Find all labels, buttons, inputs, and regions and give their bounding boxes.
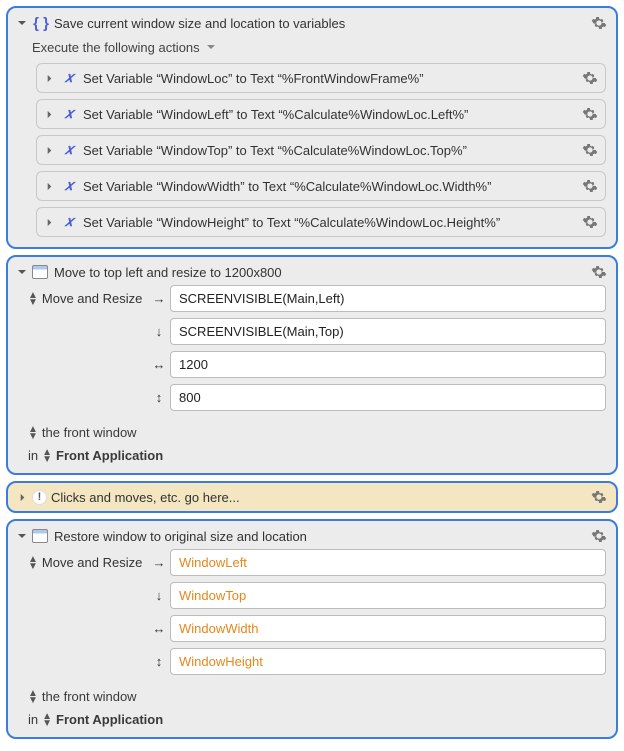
stepper-icon: ▲▼ xyxy=(42,449,52,463)
input-width[interactable]: 1200 xyxy=(170,351,606,378)
label-text: Move and Resize xyxy=(42,291,142,306)
gear-icon[interactable] xyxy=(590,488,608,506)
group-title: Restore window to original size and loca… xyxy=(54,529,586,544)
input-height[interactable]: 800 xyxy=(170,384,606,411)
disclosure-triangle-icon[interactable] xyxy=(43,182,55,191)
variable-icon: 𝑥 xyxy=(60,105,78,123)
subheader-label: Execute the following actions xyxy=(32,40,200,55)
disclosure-triangle-icon[interactable] xyxy=(43,146,55,155)
arrow-right-icon: → xyxy=(148,291,170,306)
move-resize-popup[interactable]: ▲▼ Move and Resize xyxy=(28,291,148,306)
arrow-right-icon: → xyxy=(148,555,170,570)
input-width[interactable]: WindowWidth xyxy=(170,615,606,642)
disclosure-triangle-icon[interactable] xyxy=(43,74,55,83)
form-row-right: ▲▼ Move and Resize → SCREENVISIBLE(Main,… xyxy=(28,285,606,312)
stepper-icon: ▲▼ xyxy=(28,292,38,306)
target-text: the front window xyxy=(42,689,137,704)
stepper-icon: ▲▼ xyxy=(28,556,38,570)
arrow-down-icon: ↓ xyxy=(148,588,170,603)
input-height[interactable]: WindowHeight xyxy=(170,648,606,675)
group-icon: { } xyxy=(32,15,50,32)
group-header[interactable]: Move to top left and resize to 1200x800 xyxy=(8,257,616,285)
group-body: Execute the following actions 𝑥 Set Vari… xyxy=(8,36,616,247)
group-title: Clicks and moves, etc. go here... xyxy=(51,490,586,505)
form-row-down: ↓ SCREENVISIBLE(Main,Top) xyxy=(28,318,606,345)
action-row[interactable]: 𝑥 Set Variable “WindowTop” to Text “%Cal… xyxy=(36,135,606,165)
arrow-vertical-icon: ↕ xyxy=(148,654,170,669)
input-top[interactable]: SCREENVISIBLE(Main,Top) xyxy=(170,318,606,345)
application-popup[interactable]: Front Application xyxy=(56,448,163,463)
action-text: Set Variable “WindowTop” to Text “%Calcu… xyxy=(83,143,576,158)
gear-icon[interactable] xyxy=(581,213,599,231)
stepper-icon: ▲▼ xyxy=(28,690,38,704)
variable-icon: 𝑥 xyxy=(60,177,78,195)
group-title: Save current window size and location to… xyxy=(54,16,586,31)
disclosure-triangle-icon[interactable] xyxy=(43,110,55,119)
form-row-height: ↕ WindowHeight xyxy=(28,648,606,675)
chevron-down-icon[interactable] xyxy=(206,42,216,54)
group-note: ! Clicks and moves, etc. go here... xyxy=(6,481,618,513)
in-label: in xyxy=(28,448,38,463)
group-save-variables: { } Save current window size and locatio… xyxy=(6,6,618,249)
form-row-right: ▲▼ Move and Resize → WindowLeft xyxy=(28,549,606,576)
in-label: in xyxy=(28,712,38,727)
action-row[interactable]: 𝑥 Set Variable “WindowLoc” to Text “%Fro… xyxy=(36,63,606,93)
execute-subheader: Execute the following actions xyxy=(18,36,606,63)
arrow-down-icon: ↓ xyxy=(148,324,170,339)
window-icon xyxy=(32,265,48,279)
group-body: ▲▼ Move and Resize → WindowLeft ↓ Window… xyxy=(8,549,616,737)
input-left[interactable]: SCREENVISIBLE(Main,Left) xyxy=(170,285,606,312)
window-target-popup[interactable]: ▲▼ the front window xyxy=(18,681,606,704)
application-target: in ▲▼ Front Application xyxy=(18,440,606,463)
disclosure-triangle-icon[interactable] xyxy=(16,18,28,28)
arrow-horizontal-icon: ↔ xyxy=(148,621,170,636)
input-top[interactable]: WindowTop xyxy=(170,582,606,609)
group-header[interactable]: Restore window to original size and loca… xyxy=(8,521,616,549)
group-body: ▲▼ Move and Resize → SCREENVISIBLE(Main,… xyxy=(8,285,616,473)
group-header[interactable]: ! Clicks and moves, etc. go here... xyxy=(8,483,616,511)
stepper-icon: ▲▼ xyxy=(42,713,52,727)
group-move-resize: Move to top left and resize to 1200x800 … xyxy=(6,255,618,475)
application-popup[interactable]: Front Application xyxy=(56,712,163,727)
action-row[interactable]: 𝑥 Set Variable “WindowHeight” to Text “%… xyxy=(36,207,606,237)
window-target-popup[interactable]: ▲▼ the front window xyxy=(18,417,606,440)
variable-icon: 𝑥 xyxy=(60,141,78,159)
stepper-icon: ▲▼ xyxy=(28,426,38,440)
group-restore: Restore window to original size and loca… xyxy=(6,519,618,739)
group-header[interactable]: { } Save current window size and locatio… xyxy=(8,8,616,36)
action-row[interactable]: 𝑥 Set Variable “WindowLeft” to Text “%Ca… xyxy=(36,99,606,129)
window-icon xyxy=(32,529,48,543)
disclosure-triangle-icon[interactable] xyxy=(16,267,28,277)
arrow-horizontal-icon: ↔ xyxy=(148,357,170,372)
action-text: Set Variable “WindowLeft” to Text “%Calc… xyxy=(83,107,576,122)
gear-icon[interactable] xyxy=(581,177,599,195)
action-text: Set Variable “WindowLoc” to Text “%Front… xyxy=(83,71,576,86)
comment-icon: ! xyxy=(32,490,47,505)
input-left[interactable]: WindowLeft xyxy=(170,549,606,576)
disclosure-triangle-icon[interactable] xyxy=(43,218,55,227)
application-target: in ▲▼ Front Application xyxy=(18,704,606,727)
form-row-height: ↕ 800 xyxy=(28,384,606,411)
action-row[interactable]: 𝑥 Set Variable “WindowWidth” to Text “%C… xyxy=(36,171,606,201)
label-text: Move and Resize xyxy=(42,555,142,570)
form-row-width: ↔ WindowWidth xyxy=(28,615,606,642)
form-row-width: ↔ 1200 xyxy=(28,351,606,378)
gear-icon[interactable] xyxy=(581,105,599,123)
gear-icon[interactable] xyxy=(590,527,608,545)
disclosure-triangle-icon[interactable] xyxy=(16,531,28,541)
disclosure-triangle-icon[interactable] xyxy=(16,493,28,502)
gear-icon[interactable] xyxy=(581,69,599,87)
form-row-down: ↓ WindowTop xyxy=(28,582,606,609)
target-text: the front window xyxy=(42,425,137,440)
variable-icon: 𝑥 xyxy=(60,69,78,87)
action-text: Set Variable “WindowHeight” to Text “%Ca… xyxy=(83,215,576,230)
gear-icon[interactable] xyxy=(590,14,608,32)
gear-icon[interactable] xyxy=(581,141,599,159)
variable-icon: 𝑥 xyxy=(60,213,78,231)
group-title: Move to top left and resize to 1200x800 xyxy=(54,265,586,280)
gear-icon[interactable] xyxy=(590,263,608,281)
arrow-vertical-icon: ↕ xyxy=(148,390,170,405)
move-resize-popup[interactable]: ▲▼ Move and Resize xyxy=(28,555,148,570)
action-text: Set Variable “WindowWidth” to Text “%Cal… xyxy=(83,179,576,194)
